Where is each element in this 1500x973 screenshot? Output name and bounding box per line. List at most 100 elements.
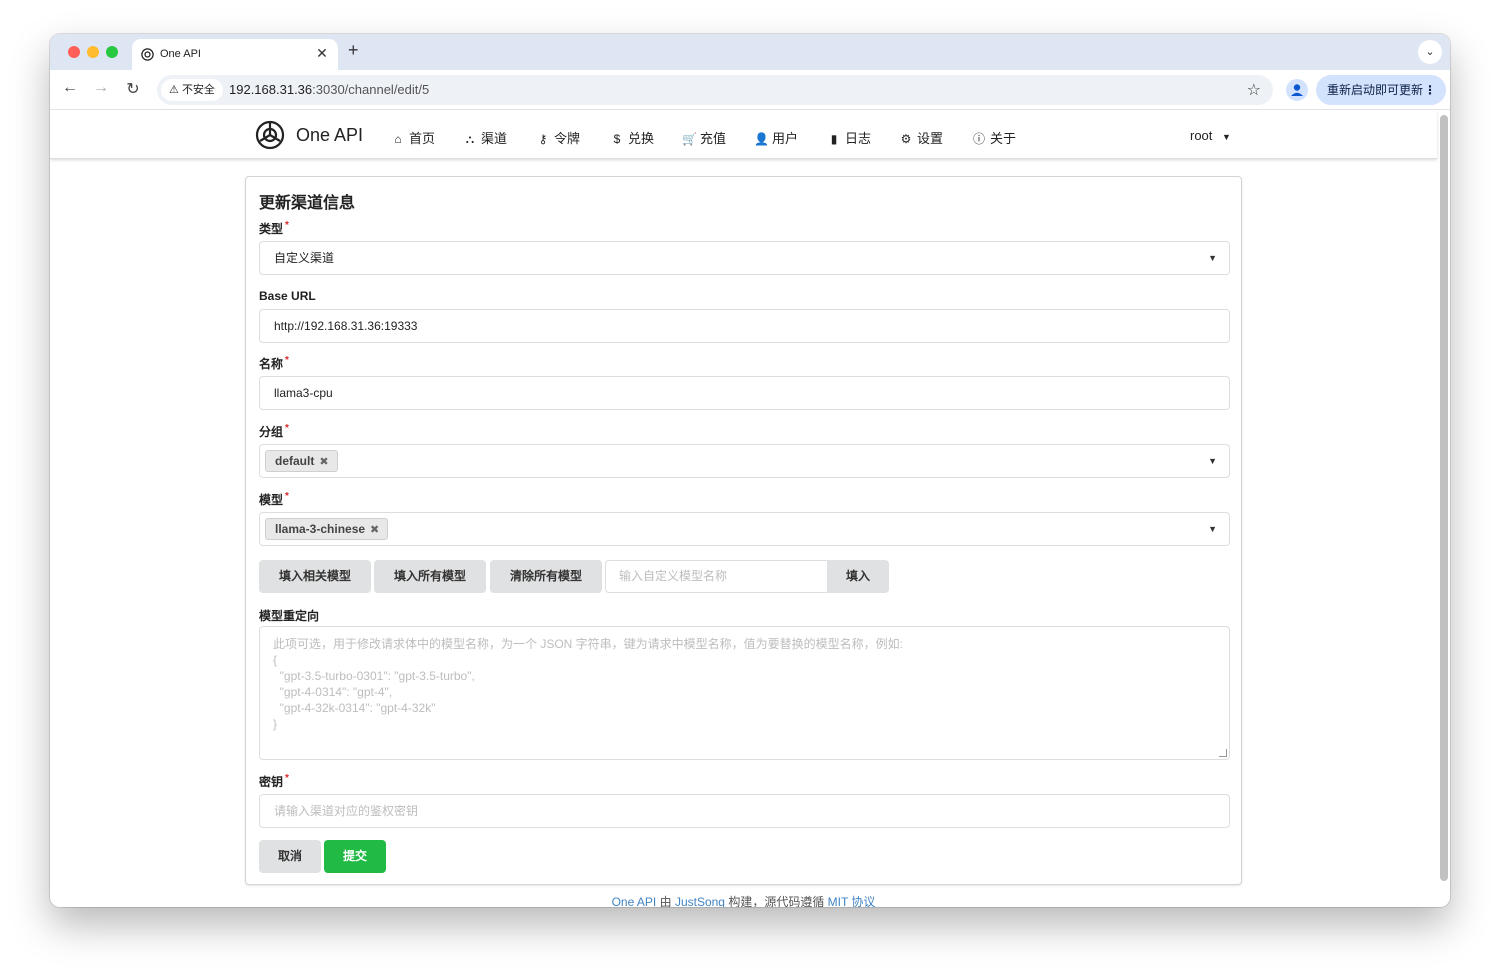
models-multiselect[interactable]: llama-3-chinese ✖ ▼ — [259, 512, 1230, 546]
group-chip-label: default — [275, 454, 315, 468]
user-icon: 👤 — [754, 132, 769, 146]
required-asterisk: * — [285, 220, 289, 231]
required-asterisk: * — [285, 491, 289, 502]
username: root — [1190, 128, 1213, 143]
submit-button[interactable]: 提交 — [324, 840, 386, 873]
tab-title: One API — [160, 48, 201, 60]
resize-handle-icon[interactable] — [1219, 749, 1227, 757]
remove-chip-icon[interactable]: ✖ — [319, 456, 328, 468]
footer-text: 由 — [656, 895, 675, 907]
browser-tab[interactable]: One API ✕ — [132, 39, 338, 70]
nav-about[interactable]: ⓘ 关于 — [972, 128, 1016, 147]
home-icon: ⌂ — [394, 132, 402, 146]
fill-custom-model-button[interactable]: 填入 — [827, 560, 889, 593]
update-label: 重新启动即可更新 — [1327, 83, 1424, 97]
key-label-text: 密钥 — [259, 775, 284, 789]
footer-author-link[interactable]: JustSong — [675, 895, 725, 907]
nav-topup[interactable]: 🛒 充值 — [682, 128, 726, 147]
page-title: 更新渠道信息 — [259, 195, 356, 212]
back-arrow-icon[interactable]: ← — [59, 79, 81, 97]
model-chip-label: llama-3-chinese — [275, 522, 366, 536]
models-label-text: 模型 — [259, 493, 284, 507]
nav-tokens-label: 令牌 — [554, 131, 581, 146]
tab-bar: One API ✕ + ⌄ — [50, 34, 1450, 70]
url-path: :3030/channel/edit/5 — [312, 82, 430, 97]
nav-logs-label: 日志 — [845, 131, 872, 146]
clear-all-models-button[interactable]: 清除所有模型 — [490, 560, 602, 593]
footer-project-link[interactable]: One API — [612, 895, 657, 907]
nav-users-label: 用户 — [772, 131, 799, 146]
book-icon: ▮ — [830, 132, 838, 146]
tab-close-icon[interactable]: ✕ — [314, 45, 330, 62]
person-icon — [1291, 84, 1303, 96]
close-window-button[interactable] — [68, 46, 80, 58]
fill-related-models-button[interactable]: 填入相关模型 — [259, 560, 371, 593]
page-scrollbar[interactable] — [1440, 115, 1448, 881]
key-input[interactable]: 请输入渠道对应的鉴权密钥 — [259, 794, 1230, 828]
model-mapping-label: 模型重定向 — [259, 609, 320, 623]
models-label: 模型 * — [259, 491, 289, 508]
cancel-button[interactable]: 取消 — [259, 840, 321, 873]
gear-icon: ⚙ — [900, 132, 912, 146]
base-url-input[interactable]: http://192.168.31.36:19333 — [259, 309, 1230, 343]
maximize-window-button[interactable] — [106, 46, 118, 58]
browser-window: One API ✕ + ⌄ ← → ↻ ⚠ 不安全 192.168.31.36:… — [50, 34, 1450, 907]
type-label-text: 类型 — [259, 222, 284, 236]
nav-home[interactable]: ⌂ 首页 — [391, 128, 435, 147]
sitemap-icon: ⛬ — [465, 132, 475, 146]
openai-logo-icon[interactable] — [254, 119, 286, 151]
caret-down-icon: ▼ — [1222, 132, 1231, 142]
name-label: 名称 * — [259, 355, 289, 372]
name-label-text: 名称 — [259, 357, 284, 371]
base-url-label: Base URL — [259, 289, 316, 303]
group-multiselect[interactable]: default ✖ ▼ — [259, 444, 1230, 478]
reload-icon[interactable]: ↻ — [122, 79, 144, 99]
nav-channels-label: 渠道 — [481, 131, 508, 146]
name-input[interactable]: llama3-cpu — [259, 376, 1230, 410]
bookmark-star-icon[interactable]: ☆ — [1247, 80, 1261, 100]
nav-tokens[interactable]: ⚷ 令牌 — [536, 128, 580, 147]
more-menu-icon[interactable]: ⋮ — [1424, 75, 1436, 105]
dropdown-caret-icon: ▼ — [1208, 524, 1217, 534]
address-bar[interactable]: ⚠ 不安全 192.168.31.36:3030/channel/edit/5 … — [157, 75, 1273, 105]
nav-topup-label: 充值 — [700, 131, 727, 146]
forward-arrow-icon[interactable]: → — [90, 79, 112, 97]
minimize-window-button[interactable] — [87, 46, 99, 58]
brand-name[interactable]: One API — [296, 125, 363, 146]
cart-icon: 🛒 — [682, 132, 697, 146]
nav-redeem-label: 兑换 — [628, 131, 655, 146]
model-mapping-textarea[interactable]: 此项可选，用于修改请求体中的模型名称，为一个 JSON 字符串，键为请求中模型名… — [259, 626, 1230, 760]
type-label: 类型 * — [259, 220, 289, 237]
info-icon: ⓘ — [972, 132, 985, 146]
nav-users[interactable]: 👤 用户 — [754, 128, 798, 147]
new-tab-button[interactable]: + — [348, 40, 359, 61]
openai-favicon-icon — [141, 48, 154, 61]
nav-logs[interactable]: ▮ 日志 — [827, 128, 871, 147]
dollar-icon: $ — [613, 132, 621, 146]
group-label-text: 分组 — [259, 425, 284, 439]
insecure-badge[interactable]: ⚠ 不安全 — [161, 79, 223, 101]
url-host: 192.168.31.36 — [229, 82, 313, 97]
nav-settings[interactable]: ⚙ 设置 — [899, 128, 943, 147]
key-icon: ⚷ — [538, 132, 548, 146]
group-label: 分组 * — [259, 423, 289, 440]
required-asterisk: * — [285, 355, 289, 366]
custom-model-input[interactable]: 输入自定义模型名称 — [605, 560, 828, 593]
nav-about-label: 关于 — [990, 131, 1017, 146]
relaunch-update-button[interactable]: 重新启动即可更新 ⋮ — [1316, 75, 1446, 105]
footer-license-link[interactable]: MIT 协议 — [828, 895, 876, 907]
nav-channels[interactable]: ⛬ 渠道 — [463, 128, 507, 147]
type-select[interactable]: 自定义渠道 ▼ — [259, 241, 1230, 275]
user-dropdown[interactable]: root ▼ — [1190, 128, 1231, 143]
type-value: 自定义渠道 — [274, 251, 335, 265]
fill-all-models-button[interactable]: 填入所有模型 — [374, 560, 486, 593]
group-chip[interactable]: default ✖ — [265, 450, 338, 472]
footer-text: 构建，源代码遵循 — [724, 895, 828, 907]
model-chip[interactable]: llama-3-chinese ✖ — [265, 518, 389, 540]
tab-search-chevron-icon[interactable]: ⌄ — [1418, 40, 1442, 64]
channel-edit-card: 更新渠道信息 类型 * 自定义渠道 ▼ Base URL http://192.16… — [245, 176, 1242, 885]
remove-chip-icon[interactable]: ✖ — [370, 524, 379, 536]
nav-redeem[interactable]: $ 兑换 — [610, 128, 654, 147]
profile-avatar[interactable] — [1286, 79, 1308, 101]
warning-icon: ⚠ — [169, 84, 179, 96]
